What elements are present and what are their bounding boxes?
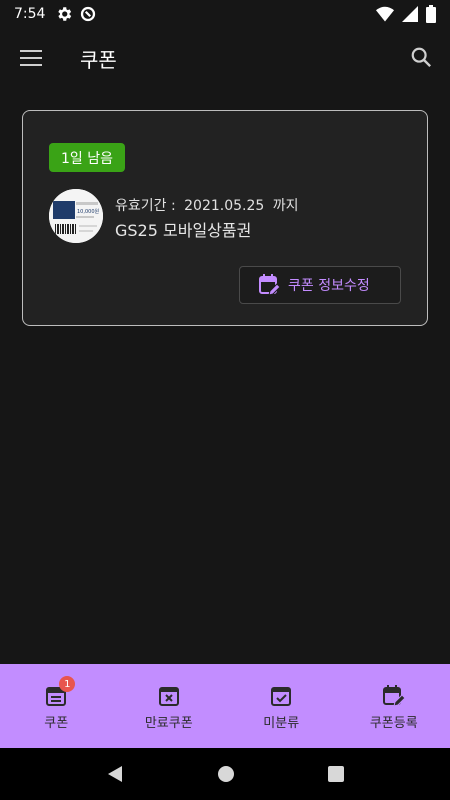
sync-icon [81, 6, 96, 22]
edit-coupon-info-label: 쿠폰 정보수정 [288, 278, 370, 294]
nav-label-expired-coupons: 만료쿠폰 [144, 716, 193, 731]
nav-item-unclassified[interactable]: 미분류 [225, 664, 338, 748]
edit-coupon-info-button[interactable]: 쿠폰 정보수정 [239, 266, 401, 304]
page-title: 쿠폰 [80, 48, 117, 72]
recents-icon[interactable] [327, 766, 344, 782]
nav-label-coupons: 쿠폰 [44, 716, 69, 731]
status-time: 7:54 [14, 6, 46, 22]
nav-item-register-coupon[interactable]: 쿠폰등록 [338, 664, 450, 748]
expiry-suffix: 까지 [272, 198, 299, 214]
bottom-navigation: 1 쿠폰 만료쿠폰 미분류 쿠폰등록 [0, 664, 450, 748]
expiry-label: 유효기간 : [115, 198, 176, 214]
nav-item-expired-coupons[interactable]: 만료쿠폰 [113, 664, 226, 748]
back-icon[interactable] [106, 765, 124, 783]
wifi-icon [376, 6, 394, 22]
edit-calendar-icon [382, 685, 406, 707]
menu-button[interactable] [16, 44, 46, 72]
expiry-date: 2021.05.25 [184, 198, 265, 214]
coupon-count-badge: 1 [59, 676, 76, 692]
system-navigation-bar [0, 748, 450, 800]
nav-label-register-coupon: 쿠폰등록 [369, 716, 418, 731]
days-left-badge: 1일 남음 [49, 143, 125, 172]
search-button[interactable] [406, 42, 436, 72]
coupon-card[interactable]: 1일 남음 10,000원 유효기간 : 2021.05.25 까지 GS25 … [22, 110, 428, 326]
nav-label-unclassified: 미분류 [263, 716, 300, 731]
app-bar: 쿠폰 [0, 28, 450, 86]
status-bar: 7:54 [0, 0, 450, 28]
coupon-thumbnail: 10,000원 [49, 189, 103, 243]
check-calendar-icon [271, 687, 292, 706]
nav-item-coupons[interactable]: 1 쿠폰 [0, 664, 113, 748]
search-icon [411, 47, 432, 68]
home-icon[interactable] [217, 765, 235, 783]
edit-calendar-icon [259, 274, 280, 296]
gift-card-image-icon: 10,000원 [49, 189, 103, 243]
coupon-name: GS25 모바일상품권 [115, 221, 252, 240]
settings-gear-icon [58, 7, 72, 21]
signal-icon [402, 6, 418, 22]
expired-calendar-icon [158, 687, 179, 706]
expiry-text: 유효기간 : 2021.05.25 까지 [115, 195, 303, 215]
thumbnail-amount: 10,000원 [77, 208, 99, 215]
battery-icon [426, 5, 436, 23]
hamburger-menu-icon [20, 50, 42, 66]
